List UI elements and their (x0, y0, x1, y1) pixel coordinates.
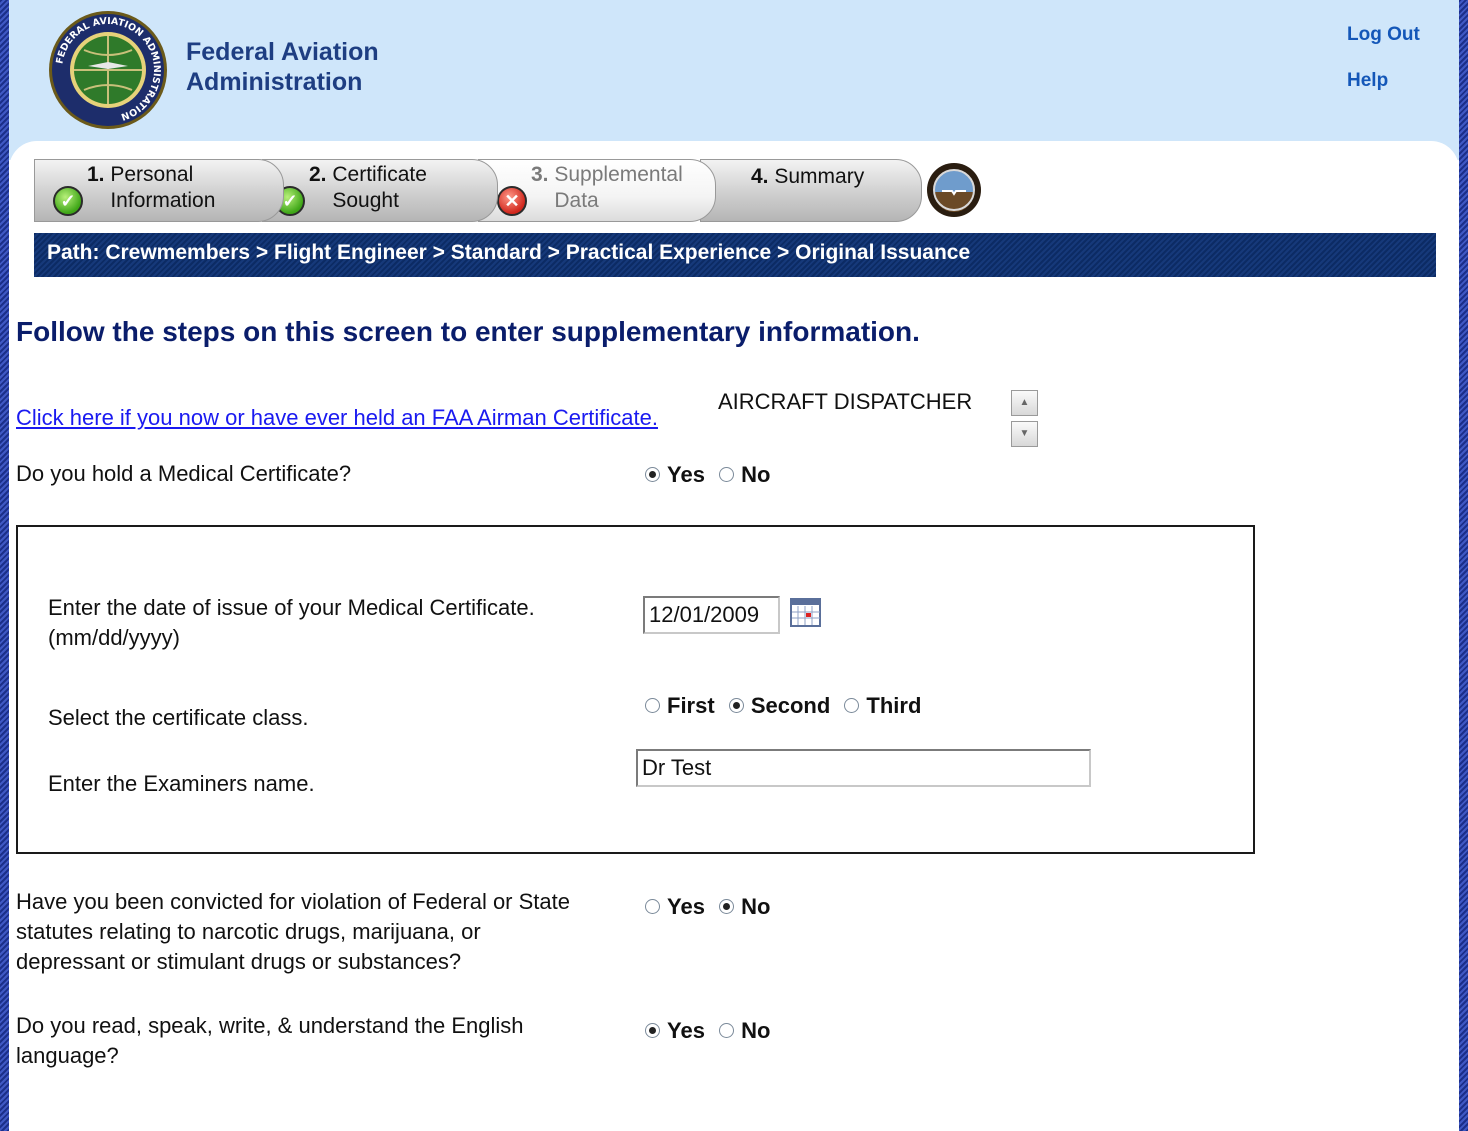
class-third-radio[interactable] (844, 697, 860, 713)
breadcrumb-text: Path: Crewmembers > Flight Engineer > St… (47, 241, 971, 264)
list-item[interactable]: AIRCRAFT DISPATCHER (718, 389, 972, 414)
medical-certificate-panel (16, 525, 1255, 854)
medical-radio-group: Yes No (645, 462, 778, 488)
drug-no-label: No (741, 894, 771, 919)
tab-certificate-sought[interactable]: 2. Certificate Sought ✓ (262, 159, 498, 222)
examiner-name-input[interactable] (636, 749, 1091, 787)
examiner-label: Enter the Examiners name. (48, 771, 315, 796)
tab-certificate-number: 2. (309, 163, 327, 186)
org-name-line1: Federal Aviation (186, 38, 379, 66)
attitude-indicator-icon[interactable] (926, 162, 982, 218)
scroll-down-button[interactable]: ▼ (1011, 421, 1038, 447)
faa-seal-logo: FEDERAL AVIATION ADMINISTRATION (49, 11, 167, 129)
date-label-line2: (mm/dd/yyyy) (48, 625, 180, 650)
medical-yes-label: Yes (667, 462, 705, 487)
error-icon: ✕ (497, 186, 527, 216)
date-label: Enter the date of issue of your Medical … (48, 593, 535, 653)
class-second-label: Second (750, 693, 831, 718)
tab-personal-information[interactable]: 1. Personal Information ✓ (34, 159, 284, 222)
tab-personal-number: 1. (87, 163, 105, 186)
tab-certificate-label-line1: Certificate (332, 163, 427, 186)
english-no-label: No (741, 1018, 771, 1043)
breadcrumb: Path: Crewmembers > Flight Engineer > St… (34, 233, 1436, 277)
calendar-icon[interactable] (790, 598, 821, 627)
drug-question-line2: statutes relating to narcotic drugs, mar… (16, 919, 481, 944)
english-yes-radio[interactable] (645, 1022, 660, 1038)
english-yes-label: Yes (667, 1018, 705, 1043)
page: FEDERAL AVIATION ADMINISTRATION Federal … (0, 0, 1468, 1131)
tab-supplemental-label-line2: Data (554, 189, 599, 212)
logout-link[interactable]: Log Out (1347, 24, 1420, 46)
drug-yes-label: Yes (667, 894, 705, 919)
tab-supplemental-number: 3. (531, 163, 549, 186)
tab-personal-label-line2: Information (110, 189, 216, 212)
medical-no-label: No (741, 462, 771, 487)
tab-summary-number: 4. (751, 165, 769, 188)
tab-supplemental-data[interactable]: 3. Supplemental Data ✕ (478, 159, 716, 222)
drug-yes-radio[interactable] (645, 898, 660, 914)
english-radio-group: Yes No (645, 1018, 778, 1044)
tab-summary[interactable]: 4. Summary (700, 159, 922, 222)
drug-question: Have you been convicted for violation of… (16, 887, 570, 977)
medical-yes-radio[interactable] (645, 466, 660, 482)
drug-no-radio[interactable] (719, 898, 735, 914)
help-link[interactable]: Help (1347, 70, 1388, 92)
org-name-line2: Administration (186, 68, 363, 96)
scroll-up-button[interactable]: ▲ (1011, 390, 1038, 416)
page-title: Follow the steps on this screen to enter… (16, 316, 920, 347)
tab-summary-label: Summary (774, 165, 865, 188)
held-certificates-list[interactable]: AIRCRAFT DISPATCHER (718, 389, 972, 415)
medical-no-radio[interactable] (719, 466, 735, 482)
class-second-radio[interactable] (728, 697, 744, 713)
drug-question-line1: Have you been convicted for violation of… (16, 889, 570, 914)
english-question-line2: language? (16, 1043, 119, 1068)
airman-certificate-link[interactable]: Click here if you now or have ever held … (16, 405, 658, 431)
class-third-label: Third (866, 693, 922, 718)
class-first-label: First (667, 693, 715, 718)
left-border (0, 0, 9, 1131)
english-question: Do you read, speak, write, & understand … (16, 1011, 524, 1071)
class-radio-group: First Second Third (645, 693, 929, 719)
tab-supplemental-label-line1: Supplemental (554, 163, 683, 186)
right-border (1459, 0, 1468, 1131)
english-question-line1: Do you read, speak, write, & understand … (16, 1013, 524, 1038)
medical-date-input[interactable] (643, 596, 780, 634)
class-label: Select the certificate class. (48, 705, 309, 730)
drug-radio-group: Yes No (645, 894, 778, 920)
medical-question: Do you hold a Medical Certificate? (16, 461, 352, 486)
drug-question-line3: depressant or stimulant drugs or substan… (16, 949, 462, 974)
date-label-line1: Enter the date of issue of your Medical … (48, 595, 535, 620)
tab-personal-label-line1: Personal (110, 163, 194, 186)
check-icon: ✓ (53, 186, 83, 216)
class-first-radio[interactable] (645, 697, 660, 713)
english-no-radio[interactable] (719, 1022, 735, 1038)
tab-certificate-label-line2: Sought (332, 189, 399, 212)
